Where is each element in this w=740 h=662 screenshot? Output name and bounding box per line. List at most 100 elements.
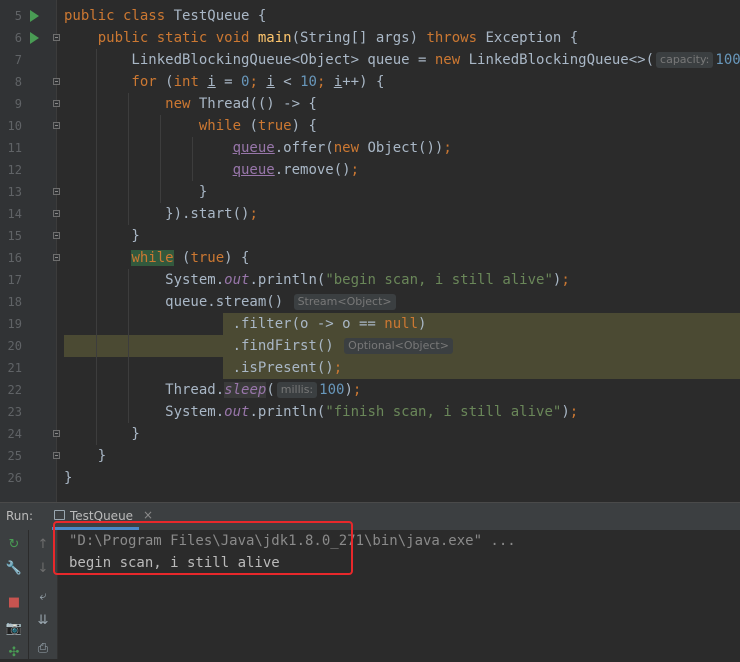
fold-marker-icon[interactable]	[53, 34, 60, 41]
stop-icon[interactable]: ■	[5, 594, 23, 612]
code-text: }).start();	[64, 203, 258, 225]
code-token: sleep	[224, 382, 267, 398]
fold-marker-icon[interactable]	[53, 122, 60, 129]
code-line[interactable]: 22 Thread.sleep(millis: 100);	[0, 379, 740, 401]
fold-marker-icon[interactable]	[53, 100, 60, 107]
line-number: 16	[7, 251, 22, 265]
code-text: }	[64, 445, 106, 467]
code-line[interactable]: 23 System.out.println("finish scan, i st…	[0, 401, 740, 423]
code-token: null	[384, 316, 419, 332]
code-line[interactable]: 24 }	[0, 423, 740, 445]
code-text: public class TestQueue {	[64, 5, 266, 27]
line-number: 6	[14, 31, 22, 45]
code-token: )	[344, 382, 353, 398]
close-icon[interactable]: ×	[143, 508, 153, 522]
code-token: }	[64, 470, 73, 486]
code-line[interactable]: 20 .findFirst() Optional<Object>	[0, 335, 740, 357]
wrench-icon[interactable]: 🔧	[5, 560, 23, 578]
parameter-hint: Stream<Object>	[293, 294, 396, 310]
code-token: ) {	[224, 250, 250, 266]
fold-marker-icon[interactable]	[53, 254, 60, 261]
run-gutter-icon[interactable]	[30, 32, 39, 44]
line-number: 14	[7, 207, 22, 221]
code-token: (	[266, 382, 275, 398]
code-text: queue.remove();	[64, 159, 359, 181]
print-icon[interactable]: ⎙	[34, 640, 52, 658]
line-number: 18	[7, 295, 22, 309]
fold-marker-icon[interactable]	[53, 452, 60, 459]
code-text: .filter(o -> o == null)	[64, 313, 427, 335]
line-number: 21	[7, 361, 22, 375]
code-line[interactable]: 9 new Thread(() -> {	[0, 93, 740, 115]
code-token: TestQueue {	[173, 8, 267, 24]
code-token: .findFirst()	[64, 338, 343, 354]
run-label: Run:	[6, 509, 34, 523]
highlight-annotation-box	[53, 521, 353, 575]
code-line[interactable]: 26}	[0, 467, 740, 489]
code-token: new	[333, 140, 368, 156]
code-token: =	[215, 74, 242, 90]
code-line[interactable]: 19 .filter(o -> o == null)	[0, 313, 740, 335]
code-line[interactable]: 7 LinkedBlockingQueue<Object> queue = ne…	[0, 49, 740, 71]
code-line[interactable]: 6 public static void main(String[] args)…	[0, 27, 740, 49]
code-token: out	[224, 404, 250, 420]
code-token: ;	[561, 272, 570, 288]
code-token: (	[173, 250, 191, 266]
code-token: queue	[232, 140, 275, 156]
code-token: }	[64, 448, 107, 464]
code-text: queue.stream() Stream<Object>	[64, 291, 398, 313]
code-token: Exception {	[485, 30, 579, 46]
fold-marker-icon[interactable]	[53, 430, 60, 437]
code-line[interactable]: 10 while (true) {	[0, 115, 740, 137]
line-number: 9	[14, 97, 22, 111]
code-line[interactable]: 16 while (true) {	[0, 247, 740, 269]
run-gutter-icon[interactable]	[30, 10, 39, 22]
code-line[interactable]: 15 }	[0, 225, 740, 247]
fold-marker-icon[interactable]	[53, 188, 60, 195]
code-editor[interactable]: 5 public class TestQueue {6 public static…	[0, 0, 740, 502]
code-line[interactable]: 25 }	[0, 445, 740, 467]
code-token: .filter(o -> o ==	[64, 316, 385, 332]
code-line[interactable]: 13 }	[0, 181, 740, 203]
code-text: while (true) {	[64, 115, 317, 137]
fold-marker-icon[interactable]	[53, 78, 60, 85]
layout-icon[interactable]: ✣	[5, 644, 23, 662]
code-token: "begin scan, i still alive"	[325, 272, 553, 288]
code-text: public static void main(String[] args) t…	[64, 27, 578, 49]
code-line[interactable]: 11 queue.offer(new Object());	[0, 137, 740, 159]
parameter-hint: capacity:	[656, 52, 714, 68]
soft-wrap-icon[interactable]: ⤶	[34, 588, 52, 606]
code-token: (	[165, 74, 174, 90]
code-line[interactable]: 8 for (int i = 0; i < 10; i++) {	[0, 71, 740, 93]
code-line[interactable]: 12 queue.remove();	[0, 159, 740, 181]
code-text: }	[64, 423, 139, 445]
line-number: 19	[7, 317, 22, 331]
code-line[interactable]: 14 }).start();	[0, 203, 740, 225]
down-arrow-icon[interactable]: ↓	[34, 560, 52, 578]
code-token: }).start()	[64, 206, 250, 222]
code-token: main	[257, 30, 292, 46]
parameter-hint: Optional<Object>	[344, 338, 453, 354]
code-token: ++) {	[342, 74, 385, 90]
code-token: System.	[64, 404, 225, 420]
line-number: 10	[7, 119, 22, 133]
code-token: System.	[64, 272, 225, 288]
fold-marker-icon[interactable]	[53, 210, 60, 217]
rerun-icon[interactable]: ↻	[5, 536, 23, 554]
code-line[interactable]: 17 System.out.println("begin scan, i sti…	[0, 269, 740, 291]
code-line[interactable]: 5 public class TestQueue {	[0, 5, 740, 27]
line-number: 25	[7, 449, 22, 463]
code-token: .remove()	[274, 162, 351, 178]
code-token: 100	[319, 382, 345, 398]
code-text: System.out.println("finish scan, i still…	[64, 401, 578, 423]
scroll-to-end-icon[interactable]: ⇊	[34, 612, 52, 630]
line-number: 22	[7, 383, 22, 397]
code-token: ;	[333, 360, 343, 376]
code-token: )	[418, 316, 427, 332]
up-arrow-icon[interactable]: ↑	[34, 536, 52, 554]
camera-icon[interactable]: 📷	[5, 620, 23, 638]
code-line[interactable]: 21 .isPresent();	[0, 357, 740, 379]
code-line[interactable]: 18 queue.stream() Stream<Object>	[0, 291, 740, 313]
fold-marker-icon[interactable]	[53, 232, 60, 239]
